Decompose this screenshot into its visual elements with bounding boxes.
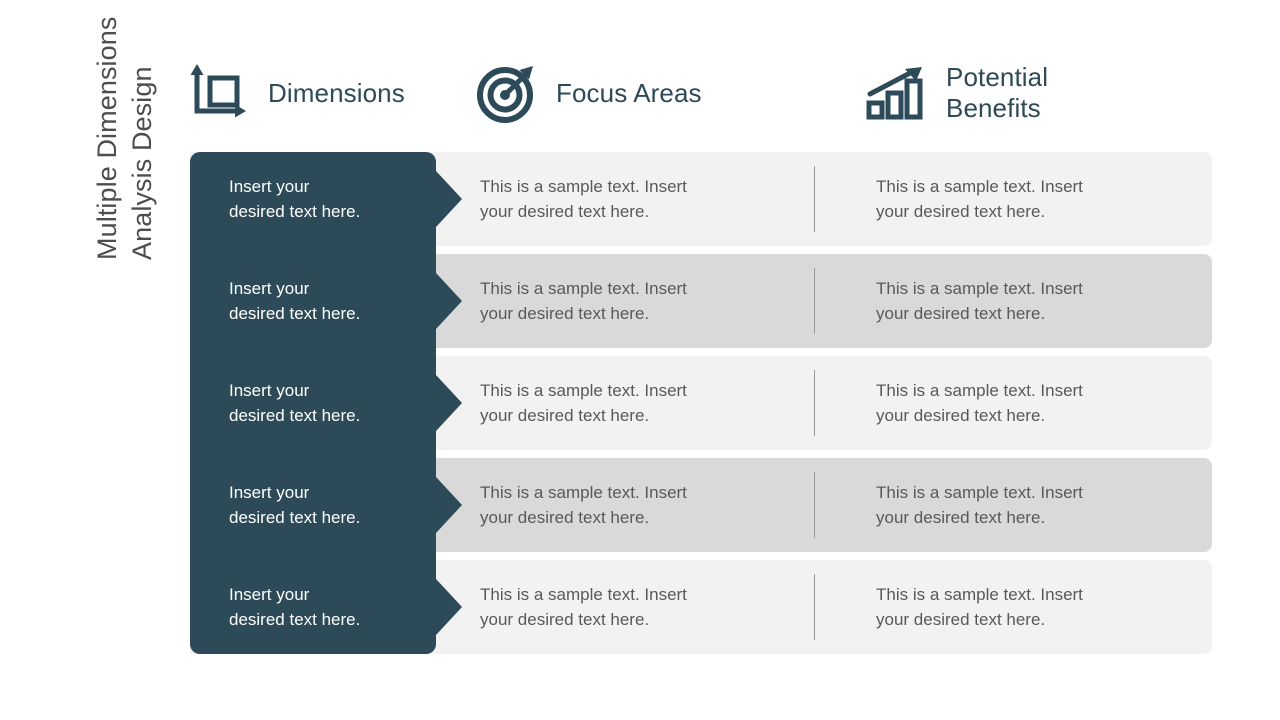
- potential-benefit-text: This is a sample text. Insert your desire…: [876, 381, 1083, 425]
- target-arrow-icon: [476, 62, 538, 124]
- dimension-item[interactable]: Insert your desired text here.: [190, 254, 436, 348]
- column-header-potential-benefits: Potential Benefits: [866, 62, 1048, 124]
- row-arrow-pointer-icon: [436, 579, 462, 635]
- dimension-label: Insert your desired text here.: [229, 177, 361, 221]
- potential-benefit-cell: This is a sample text. Insert your desire…: [876, 356, 1176, 450]
- slide-canvas: Multiple Dimensions Analysis Design Dime…: [0, 0, 1280, 720]
- focus-area-text: This is a sample text. Insert your desire…: [480, 381, 687, 425]
- focus-area-text: This is a sample text. Insert your desire…: [480, 177, 687, 221]
- focus-area-text: This is a sample text. Insert your desire…: [480, 585, 687, 629]
- potential-benefit-text: This is a sample text. Insert your desire…: [876, 177, 1083, 221]
- dimension-label: Insert your desired text here.: [229, 585, 361, 629]
- dimension-label: Insert your desired text here.: [229, 381, 361, 425]
- focus-area-cell: This is a sample text. Insert your desire…: [480, 560, 780, 654]
- dimension-item[interactable]: Insert your desired text here.: [190, 458, 436, 552]
- row-column-divider: [814, 574, 815, 640]
- dimension-label: Insert your desired text here.: [229, 279, 361, 323]
- column-header-label-dimensions: Dimensions: [268, 77, 405, 108]
- row-column-divider: [814, 472, 815, 538]
- row-arrow-pointer-icon: [436, 375, 462, 431]
- row-column-divider: [814, 370, 815, 436]
- row-column-divider: [814, 166, 815, 232]
- focus-area-text: This is a sample text. Insert your desire…: [480, 279, 687, 323]
- axes-square-icon: [188, 62, 250, 124]
- slide-vertical-title: Multiple Dimensions Analysis Design: [70, 0, 180, 261]
- focus-area-text: This is a sample text. Insert your desire…: [480, 483, 687, 527]
- focus-area-cell: This is a sample text. Insert your desire…: [480, 356, 780, 450]
- slide-title-line-1: Multiple Dimensions: [92, 16, 122, 261]
- potential-benefit-cell: This is a sample text. Insert your desire…: [876, 254, 1176, 348]
- focus-area-cell: This is a sample text. Insert your desire…: [480, 458, 780, 552]
- dimension-item[interactable]: Insert your desired text here.: [190, 560, 436, 654]
- row-column-divider: [814, 268, 815, 334]
- column-header-focus-areas: Focus Areas: [476, 62, 702, 124]
- dimension-label: Insert your desired text here.: [229, 483, 361, 527]
- column-header-dimensions: Dimensions: [188, 62, 405, 124]
- dimension-item[interactable]: Insert your desired text here.: [190, 356, 436, 450]
- row-arrow-pointer-icon: [436, 477, 462, 533]
- potential-benefit-text: This is a sample text. Insert your desire…: [876, 279, 1083, 323]
- bar-chart-growth-icon: [866, 62, 928, 124]
- potential-benefit-text: This is a sample text. Insert your desire…: [876, 585, 1083, 629]
- column-header-label-focus-areas: Focus Areas: [556, 77, 702, 108]
- row-arrow-pointer-icon: [436, 171, 462, 227]
- slide-title-line-2: Analysis Design: [127, 66, 157, 260]
- dimension-item[interactable]: Insert your desired text here.: [190, 152, 436, 246]
- column-header-label-potential-benefits: Potential Benefits: [946, 62, 1049, 123]
- dimensions-panel: Insert your desired text here. Insert your…: [190, 152, 436, 654]
- potential-benefit-text: This is a sample text. Insert your desire…: [876, 483, 1083, 527]
- potential-benefit-cell: This is a sample text. Insert your desire…: [876, 560, 1176, 654]
- potential-benefit-cell: This is a sample text. Insert your desire…: [876, 458, 1176, 552]
- focus-area-cell: This is a sample text. Insert your desire…: [480, 152, 780, 246]
- focus-area-cell: This is a sample text. Insert your desire…: [480, 254, 780, 348]
- row-arrow-pointer-icon: [436, 273, 462, 329]
- potential-benefit-cell: This is a sample text. Insert your desire…: [876, 152, 1176, 246]
